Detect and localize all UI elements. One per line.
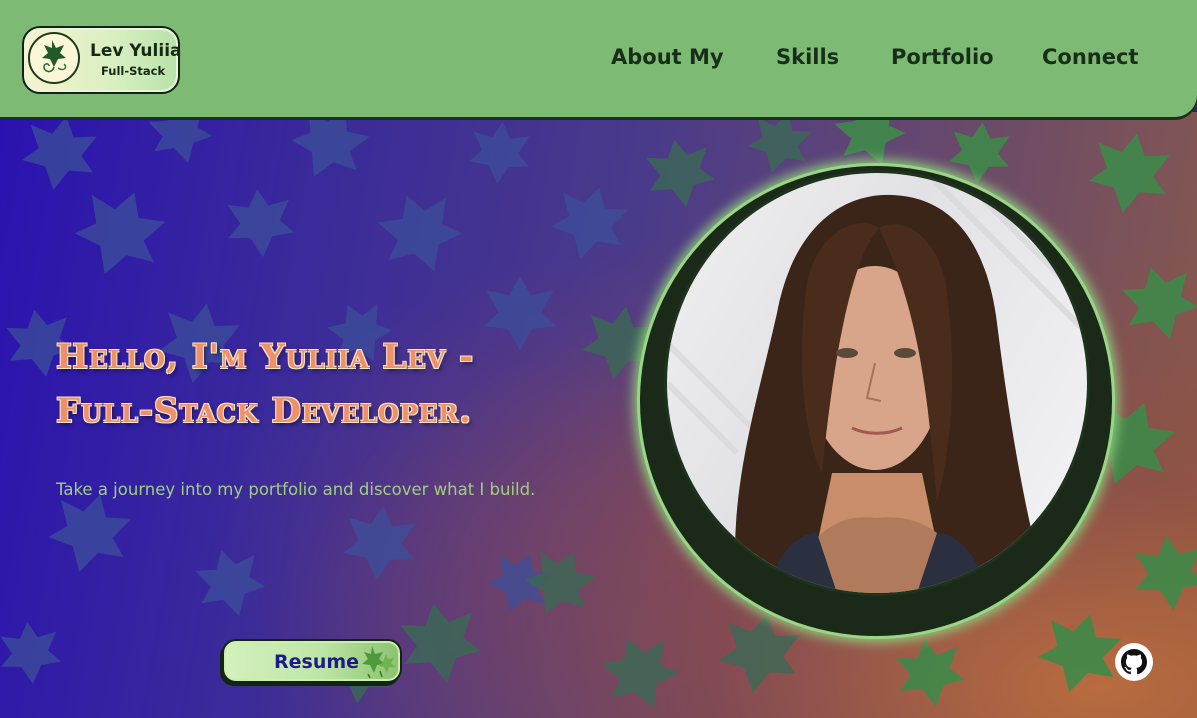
brand-tagline: Full-Stack bbox=[101, 64, 166, 78]
nav-connect[interactable]: Connect bbox=[1042, 45, 1138, 69]
nav-skills[interactable]: Skills bbox=[776, 45, 839, 69]
site-header: Lev Yuliia Full-Stack About My Skills Po… bbox=[0, 0, 1197, 117]
resume-button[interactable]: Resume bbox=[222, 639, 402, 683]
hero-title: Hello, I'm Yuliia Lev - Full-Stack Devel… bbox=[56, 330, 474, 438]
hero-subtitle: Take a journey into my portfolio and dis… bbox=[56, 480, 536, 499]
hero-title-line-2: Full-Stack Developer. bbox=[56, 391, 473, 431]
portrait-photo bbox=[664, 170, 1090, 596]
nav-about[interactable]: About My bbox=[611, 45, 724, 69]
github-link[interactable] bbox=[1115, 643, 1153, 681]
resume-button-label: Resume bbox=[274, 651, 360, 673]
brand-logo[interactable]: Lev Yuliia Full-Stack bbox=[22, 26, 182, 94]
hero-title-line-1: Hello, I'm Yuliia Lev - bbox=[56, 337, 475, 377]
nav-portfolio[interactable]: Portfolio bbox=[891, 45, 994, 69]
github-icon bbox=[1121, 649, 1147, 675]
ivy-leaf-icon bbox=[362, 646, 395, 679]
ivy-leaf-logo-icon bbox=[28, 32, 80, 84]
brand-name: Lev Yuliia bbox=[90, 41, 182, 61]
